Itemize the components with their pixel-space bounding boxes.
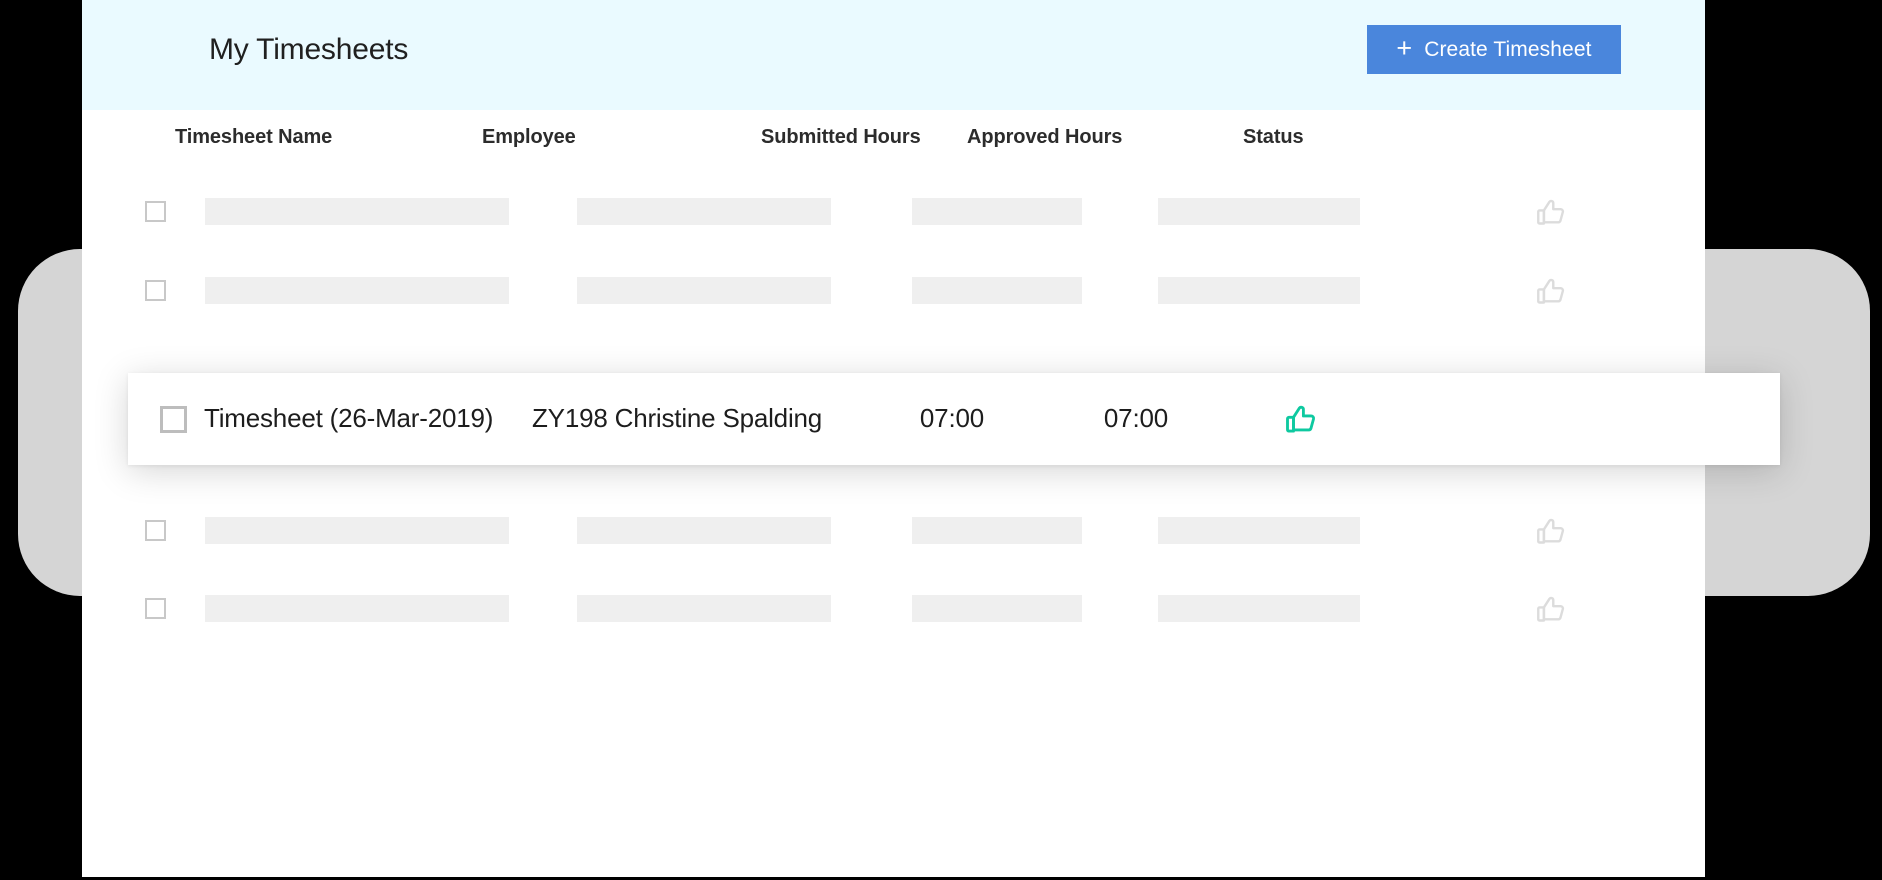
column-header-approved-hours: Approved Hours xyxy=(967,126,1123,148)
skeleton-approved-hours xyxy=(1158,517,1360,544)
cell-submitted-hours: 07:00 xyxy=(919,403,984,433)
row-checkbox[interactable] xyxy=(145,598,166,619)
table-header-row: Timesheet Name Employee Submitted Hours … xyxy=(82,110,1705,170)
row-checkbox[interactable] xyxy=(160,406,187,433)
skeleton-approved-hours xyxy=(1158,277,1360,304)
highlighted-timesheet-row[interactable]: Timesheet (26-Mar-2019) ZY198 Christine … xyxy=(128,373,1780,465)
skeleton-employee xyxy=(577,517,831,544)
row-checkbox[interactable] xyxy=(145,520,166,541)
cell-timesheet-name: Timesheet (26-Mar-2019) xyxy=(204,403,494,433)
create-timesheet-button[interactable]: + Create Timesheet xyxy=(1367,25,1621,74)
column-header-employee: Employee xyxy=(482,126,576,148)
app-header: My Timesheets + Create Timesheet xyxy=(82,0,1705,110)
skeleton-employee xyxy=(577,595,831,622)
column-header-status: Status xyxy=(1243,126,1304,148)
skeleton-timesheet-name xyxy=(205,198,509,225)
status-thumbs-up-icon[interactable] xyxy=(1529,588,1573,632)
timesheets-table: Timesheet Name Employee Submitted Hours … xyxy=(82,110,1705,877)
skeleton-submitted-hours xyxy=(912,277,1082,304)
table-row[interactable] xyxy=(82,498,1705,564)
skeleton-employee xyxy=(577,198,831,225)
skeleton-approved-hours xyxy=(1158,595,1360,622)
row-checkbox[interactable] xyxy=(145,280,166,301)
screenshot-stage: My Timesheets + Create Timesheet Timeshe… xyxy=(0,0,1882,880)
column-header-timesheet-name: Timesheet Name xyxy=(175,126,333,148)
plus-icon: + xyxy=(1396,33,1413,63)
column-header-submitted-hours: Submitted Hours xyxy=(761,126,921,148)
skeleton-submitted-hours xyxy=(912,198,1082,225)
status-thumbs-up-icon[interactable] xyxy=(1529,270,1573,314)
table-row[interactable] xyxy=(82,576,1705,642)
table-row[interactable] xyxy=(82,258,1705,324)
page-title: My Timesheets xyxy=(209,33,409,66)
skeleton-submitted-hours xyxy=(912,595,1082,622)
table-row[interactable] xyxy=(82,179,1705,245)
skeleton-timesheet-name xyxy=(205,277,509,304)
skeleton-submitted-hours xyxy=(912,517,1082,544)
skeleton-timesheet-name xyxy=(205,595,509,622)
skeleton-approved-hours xyxy=(1158,198,1360,225)
create-timesheet-label: Create Timesheet xyxy=(1424,37,1592,61)
cell-employee: ZY198 Christine Spalding xyxy=(532,403,823,433)
status-thumbs-up-icon[interactable] xyxy=(1529,191,1573,235)
status-thumbs-up-icon[interactable] xyxy=(1529,510,1573,554)
skeleton-employee xyxy=(577,277,831,304)
skeleton-timesheet-name xyxy=(205,517,509,544)
row-checkbox[interactable] xyxy=(145,201,166,222)
cell-approved-hours: 07:00 xyxy=(1103,403,1168,433)
status-approved-thumbs-up-icon[interactable] xyxy=(1278,397,1324,443)
